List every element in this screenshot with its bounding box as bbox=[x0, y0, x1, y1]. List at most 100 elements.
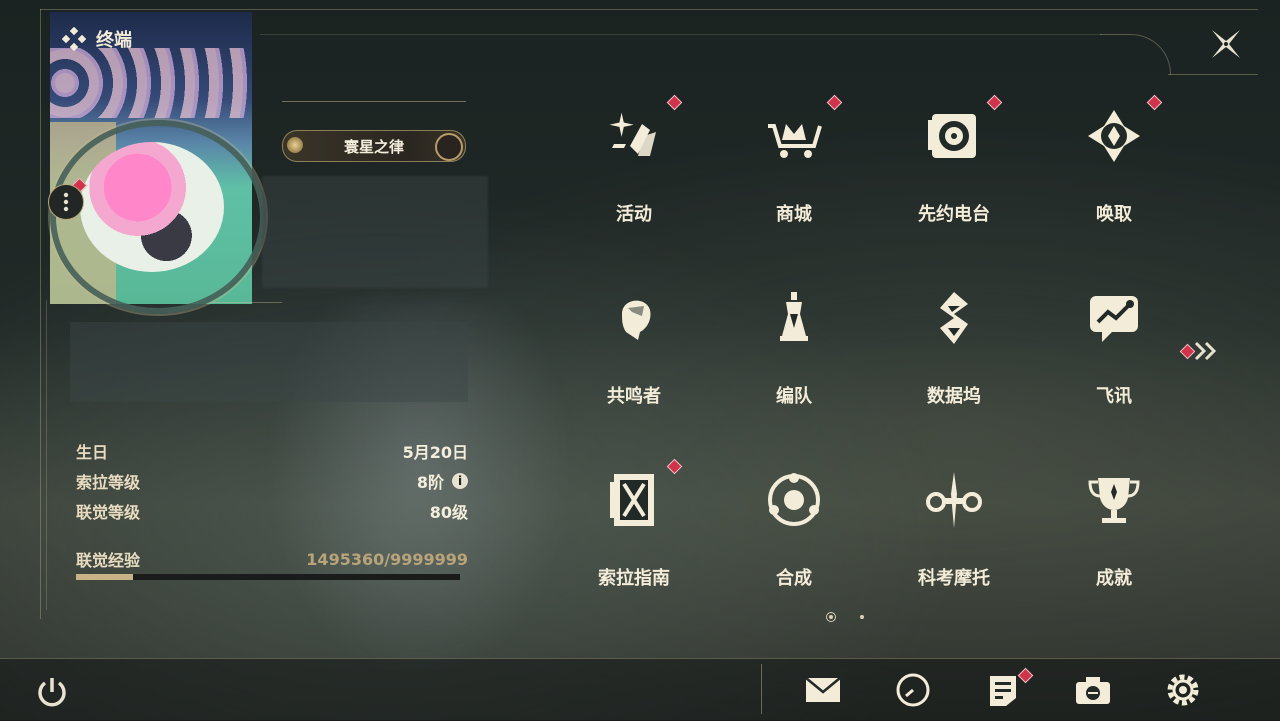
clock-button[interactable] bbox=[892, 670, 934, 710]
settings-icon bbox=[1167, 674, 1199, 706]
stat-row-union-level: 联觉等级 80级 bbox=[76, 496, 468, 526]
stat-row-experience: 联觉经验 1495360/9999999 bbox=[76, 544, 468, 574]
synthesis-icon bbox=[768, 473, 820, 526]
data-dock-icon bbox=[940, 292, 968, 344]
notes-button[interactable] bbox=[982, 667, 1034, 710]
menu-item-resonator[interactable]: 共鸣者 bbox=[554, 270, 714, 440]
close-icon bbox=[1212, 30, 1240, 58]
divider bbox=[282, 101, 466, 102]
frame-curve bbox=[1100, 34, 1171, 75]
menu-item-label: 唤取 bbox=[1096, 204, 1132, 225]
notification-badge bbox=[1179, 343, 1196, 360]
stat-value: 80级 bbox=[429, 503, 468, 522]
menu-item-radio[interactable]: 先约电台 bbox=[874, 88, 1034, 258]
stat-value-group: 8阶 i bbox=[417, 469, 468, 493]
menu-item-label: 编队 bbox=[776, 386, 812, 407]
stat-label: 联觉经验 bbox=[76, 551, 141, 570]
double-chevron-right-icon bbox=[1194, 341, 1217, 361]
frame-line bbox=[260, 34, 1102, 35]
experience-progress-bar bbox=[76, 574, 460, 580]
info-icon[interactable]: i bbox=[452, 473, 468, 489]
power-button[interactable] bbox=[32, 672, 72, 712]
menu-item-label: 科考摩托 bbox=[918, 568, 990, 589]
more-options-button[interactable] bbox=[48, 184, 84, 220]
trophy-icon bbox=[1088, 478, 1140, 523]
terminal-logo-icon bbox=[62, 27, 86, 51]
divider bbox=[212, 302, 282, 303]
page-indicator bbox=[826, 612, 864, 622]
guide-icon bbox=[610, 474, 654, 526]
title-badge-label: 寰星之律 bbox=[343, 137, 404, 156]
mail-button[interactable] bbox=[802, 670, 844, 710]
stat-value: 8阶 bbox=[416, 473, 444, 492]
stat-value: 1495360/9999999 bbox=[306, 549, 468, 569]
close-button[interactable] bbox=[1206, 24, 1246, 64]
page-dot-active[interactable] bbox=[826, 612, 836, 622]
frame-line bbox=[46, 300, 47, 610]
terminal-header: 终端 bbox=[62, 26, 132, 52]
menu-item-label: 活动 bbox=[616, 204, 652, 225]
title-gem-icon bbox=[287, 137, 303, 153]
stat-row-birthday: 生日 5月20日 bbox=[76, 436, 468, 466]
camera-icon bbox=[1076, 677, 1110, 704]
menu-item-message[interactable]: 飞讯 bbox=[1034, 270, 1194, 440]
frame-line bbox=[1168, 74, 1258, 75]
menu-item-label: 共鸣者 bbox=[607, 386, 661, 407]
notification-badge bbox=[666, 94, 683, 111]
experience-progress-fill bbox=[76, 574, 134, 580]
more-vertical-icon bbox=[63, 192, 69, 212]
banner-art bbox=[50, 48, 252, 118]
page-dot[interactable] bbox=[860, 615, 864, 619]
avatar[interactable] bbox=[80, 142, 224, 272]
menu-item-achievement[interactable]: 成就 bbox=[1034, 452, 1194, 622]
title-badge[interactable]: 寰星之律 bbox=[282, 130, 466, 162]
frame-line bbox=[40, 9, 1258, 10]
menu-item-label: 成就 bbox=[1096, 568, 1132, 589]
stat-row-sola-level: 索拉等级 8阶 i bbox=[76, 466, 468, 496]
shop-cart-icon bbox=[768, 124, 822, 158]
stat-label: 索拉等级 bbox=[76, 473, 141, 492]
radio-icon bbox=[928, 114, 976, 158]
settings-button[interactable] bbox=[1162, 670, 1204, 710]
stat-value: 5月20日 bbox=[402, 443, 468, 462]
menu-item-team[interactable]: 编队 bbox=[714, 270, 874, 440]
menu-item-label: 飞讯 bbox=[1096, 386, 1132, 407]
notification-badge bbox=[666, 458, 683, 475]
player-name-blurred bbox=[262, 176, 488, 288]
menu-item-synthesis[interactable]: 合成 bbox=[714, 452, 874, 622]
menu-item-activity[interactable]: 活动 bbox=[554, 88, 714, 258]
stat-label: 联觉等级 bbox=[76, 503, 141, 522]
frame-line bbox=[40, 9, 41, 619]
menu-item-label: 合成 bbox=[776, 568, 812, 589]
notification-badge bbox=[826, 94, 843, 111]
notification-badge bbox=[1146, 94, 1163, 111]
menu-grid: 活动 商城 先约电台 唤取 共鸣者 编队 数据坞 飞讯 索拉指南 合成 科考摩托… bbox=[554, 88, 1196, 598]
message-icon bbox=[1090, 296, 1138, 342]
menu-item-motorbike[interactable]: 科考摩托 bbox=[874, 452, 1034, 622]
menu-item-guide[interactable]: 索拉指南 bbox=[554, 452, 714, 622]
title-emblem-icon bbox=[435, 133, 463, 161]
next-page-button[interactable] bbox=[1179, 340, 1220, 362]
menu-item-shop[interactable]: 商城 bbox=[714, 88, 874, 258]
motorbike-icon bbox=[926, 472, 982, 528]
divider bbox=[761, 664, 762, 714]
activity-icon bbox=[609, 112, 656, 156]
page-title: 终端 bbox=[96, 30, 132, 51]
menu-item-label: 商城 bbox=[776, 204, 812, 225]
menu-item-summon[interactable]: 唤取 bbox=[1034, 88, 1194, 258]
summon-icon bbox=[1088, 110, 1140, 162]
mail-icon bbox=[805, 677, 841, 702]
menu-item-label: 索拉指南 bbox=[598, 568, 670, 589]
camera-button[interactable] bbox=[1072, 670, 1114, 710]
clock-icon bbox=[896, 673, 930, 707]
menu-item-label: 数据坞 bbox=[927, 386, 981, 407]
team-icon bbox=[780, 292, 808, 341]
menu-item-label: 先约电台 bbox=[918, 204, 990, 225]
stat-label: 生日 bbox=[76, 443, 109, 462]
menu-item-data-dock[interactable]: 数据坞 bbox=[874, 270, 1034, 440]
profile-stats: 生日 5月20日 索拉等级 8阶 i 联觉等级 80级 联觉经验 1495360… bbox=[76, 436, 468, 574]
signature-blurred bbox=[70, 322, 468, 402]
notification-badge bbox=[986, 94, 1003, 111]
resonator-icon bbox=[622, 300, 651, 340]
power-icon bbox=[38, 678, 66, 707]
